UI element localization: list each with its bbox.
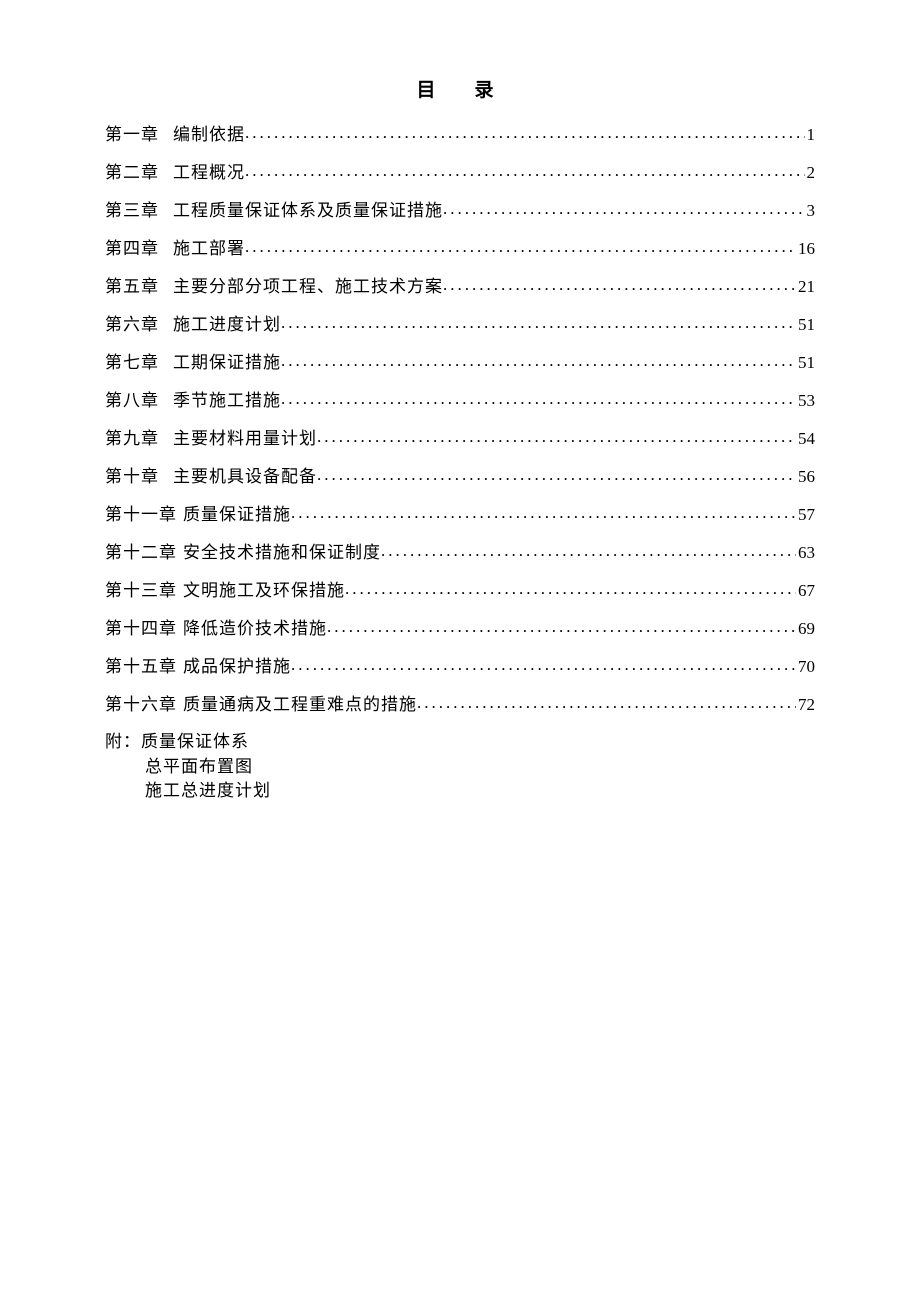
toc-page: 69 — [796, 620, 815, 637]
toc-page: 16 — [796, 240, 815, 257]
toc-row: 第十章主要机具设备配备 56 — [105, 468, 815, 485]
toc-row: 第八章季节施工措施 53 — [105, 392, 815, 409]
toc-page: 53 — [796, 392, 815, 409]
toc-row: 第一章编制依据 1 — [105, 126, 815, 143]
toc-chapter: 第三章 — [105, 202, 159, 219]
table-of-contents: 第一章编制依据1第二章工程概况2第三章工程质量保证体系及质量保证措施3第四章施工… — [105, 126, 815, 713]
appendix-line: 总平面布置图 — [105, 755, 815, 780]
toc-chapter: 第二章 — [105, 164, 159, 181]
toc-page: 57 — [796, 506, 815, 523]
toc-page: 72 — [796, 696, 815, 713]
toc-chapter: 第十章 — [105, 468, 159, 485]
toc-page: 51 — [796, 354, 815, 371]
toc-title: 主要分部分项工程、施工技术方案 — [173, 278, 443, 295]
toc-leader-dots — [417, 694, 796, 711]
toc-page: 21 — [796, 278, 815, 295]
toc-page: 3 — [805, 202, 816, 219]
appendix-line: 施工总进度计划 — [105, 779, 815, 804]
toc-title: 质量保证措施 — [183, 506, 291, 523]
toc-leader-dots — [443, 200, 805, 217]
toc-leader-dots — [381, 542, 796, 559]
toc-title: 编制依据 — [173, 126, 245, 143]
toc-row: 第九章主要材料用量计划 54 — [105, 430, 815, 447]
appendix-line: 附：质量保证体系 — [105, 730, 815, 755]
toc-title: 施工进度计划 — [173, 316, 281, 333]
toc-page: 63 — [796, 544, 815, 561]
toc-page: 54 — [796, 430, 815, 447]
toc-leader-dots — [317, 466, 796, 483]
appendix-block: 附：质量保证体系 总平面布置图 施工总进度计划 — [105, 730, 815, 804]
toc-chapter: 第七章 — [105, 354, 159, 371]
toc-title: 施工部署 — [173, 240, 245, 257]
toc-chapter: 第十一章 — [105, 506, 177, 523]
toc-chapter: 第十四章 — [105, 620, 177, 637]
toc-row: 第十一章质量保证措施 57 — [105, 506, 815, 523]
toc-chapter: 第四章 — [105, 240, 159, 257]
toc-page: 67 — [796, 582, 815, 599]
toc-title: 季节施工措施 — [173, 392, 281, 409]
toc-title: 安全技术措施和保证制度 — [183, 544, 381, 561]
toc-chapter: 第一章 — [105, 126, 159, 143]
toc-leader-dots — [281, 314, 796, 331]
toc-chapter: 第八章 — [105, 392, 159, 409]
toc-title: 工期保证措施 — [173, 354, 281, 371]
toc-title: 工程质量保证体系及质量保证措施 — [173, 202, 443, 219]
toc-leader-dots — [443, 276, 796, 293]
toc-chapter: 第五章 — [105, 278, 159, 295]
toc-title: 主要机具设备配备 — [173, 468, 317, 485]
toc-chapter: 第十六章 — [105, 696, 177, 713]
toc-chapter: 第九章 — [105, 430, 159, 447]
toc-title: 文明施工及环保措施 — [183, 582, 345, 599]
toc-title: 质量通病及工程重难点的措施 — [183, 696, 417, 713]
toc-leader-dots — [291, 656, 796, 673]
toc-row: 第三章工程质量保证体系及质量保证措施 3 — [105, 202, 815, 219]
toc-row: 第十二章安全技术措施和保证制度 63 — [105, 544, 815, 561]
toc-chapter: 第十二章 — [105, 544, 177, 561]
toc-page: 56 — [796, 468, 815, 485]
toc-leader-dots — [281, 352, 796, 369]
toc-page: 2 — [805, 164, 816, 181]
toc-row: 第十六章质量通病及工程重难点的措施 72 — [105, 696, 815, 713]
toc-row: 第十四章降低造价技术措施 69 — [105, 620, 815, 637]
toc-row: 第五章主要分部分项工程、施工技术方案 21 — [105, 278, 815, 295]
toc-row: 第四章施工部署 16 — [105, 240, 815, 257]
page-title: 目 录 — [105, 75, 815, 102]
toc-chapter: 第十五章 — [105, 658, 177, 675]
toc-row: 第六章施工进度计划 51 — [105, 316, 815, 333]
toc-leader-dots — [317, 428, 796, 445]
toc-title: 降低造价技术措施 — [183, 620, 327, 637]
toc-title: 主要材料用量计划 — [173, 430, 317, 447]
toc-row: 第十五章成品保护措施 70 — [105, 658, 815, 675]
toc-leader-dots — [291, 504, 796, 521]
toc-leader-dots — [281, 390, 796, 407]
toc-page: 1 — [805, 126, 816, 143]
toc-chapter: 第十三章 — [105, 582, 177, 599]
toc-page: 70 — [796, 658, 815, 675]
toc-leader-dots — [327, 618, 796, 635]
toc-row: 第七章工期保证措施 51 — [105, 354, 815, 371]
toc-leader-dots — [245, 238, 796, 255]
toc-leader-dots — [345, 580, 796, 597]
toc-title: 成品保护措施 — [183, 658, 291, 675]
toc-leader-dots — [245, 162, 805, 179]
toc-leader-dots — [245, 124, 805, 141]
toc-row: 第十三章文明施工及环保措施 67 — [105, 582, 815, 599]
toc-page: 51 — [796, 316, 815, 333]
toc-title: 工程概况 — [173, 164, 245, 181]
toc-row: 第二章工程概况 2 — [105, 164, 815, 181]
toc-chapter: 第六章 — [105, 316, 159, 333]
